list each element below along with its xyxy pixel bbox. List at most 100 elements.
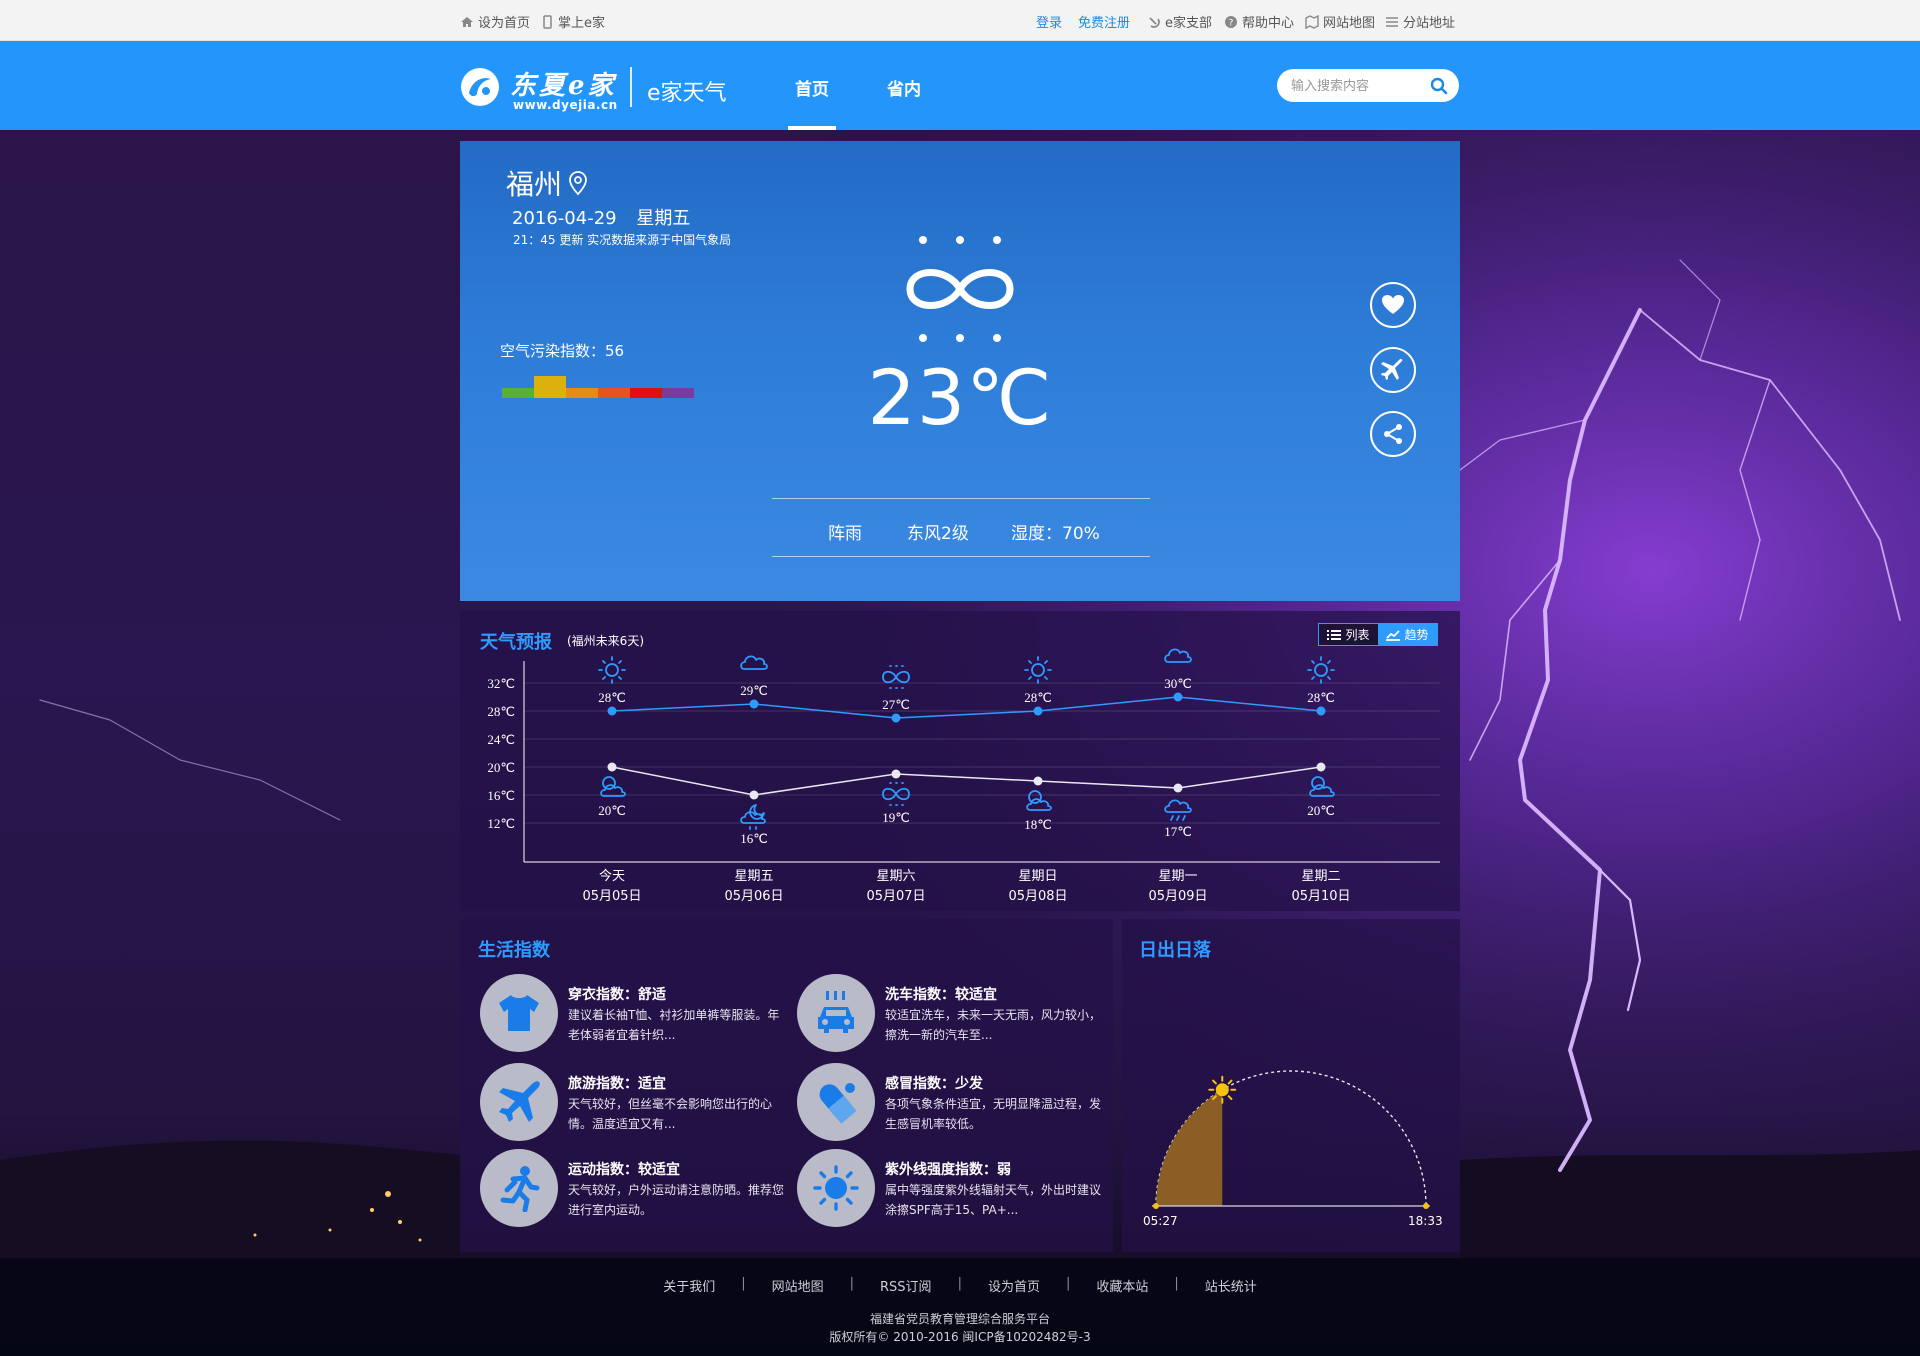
sun-title: 日出日落 — [1139, 940, 1211, 961]
high-temp-label: 28℃ — [1307, 690, 1335, 705]
nav-home[interactable]: 首页 — [795, 75, 829, 100]
life-index-item[interactable]: 感冒指数：少发 各项气象条件适宜，无明显降温过程，发生感冒机率较低。 — [797, 1063, 1107, 1143]
favorite-button[interactable] — [1370, 282, 1416, 328]
low-temp-point — [749, 790, 759, 800]
trend-view-button[interactable]: 趋势 — [1378, 624, 1437, 645]
x-tick-label: 星期一 — [1158, 869, 1197, 884]
search-icon[interactable] — [1429, 76, 1449, 96]
high-temp-point — [891, 713, 901, 723]
branch-link[interactable]: e家支部 — [1147, 12, 1212, 31]
partly-cloudy-icon — [1309, 776, 1335, 797]
y-tick-label: 16℃ — [487, 788, 515, 803]
footer-link[interactable]: 站长统计 — [1205, 1276, 1257, 1295]
sunrise-sunset-panel: 日出日落 05:27 18:33 — [1122, 919, 1460, 1252]
high-temp-label: 28℃ — [598, 690, 626, 705]
share-button[interactable] — [1370, 411, 1416, 457]
list-view-button[interactable]: 列表 — [1319, 624, 1378, 645]
view-toggle: 列表 趋势 — [1318, 623, 1438, 646]
substations-link[interactable]: 分站地址 — [1385, 12, 1455, 31]
sitemap-link[interactable]: 网站地图 — [1305, 12, 1375, 31]
x-tick-label: 星期五 — [734, 869, 773, 884]
question-icon: ? — [1225, 15, 1237, 28]
search-input[interactable] — [1291, 76, 1426, 96]
search-box — [1277, 69, 1459, 102]
logo-icon — [461, 68, 499, 106]
logo-text: 东夏e家 — [510, 71, 617, 101]
life-item-title: 运动指数：较适宜 — [568, 1162, 680, 1178]
heart-icon — [1382, 295, 1404, 314]
location-pin-icon[interactable] — [568, 170, 588, 196]
list-icon — [1327, 629, 1342, 640]
footer-link[interactable]: 关于我们 — [663, 1276, 715, 1295]
x-date-label: 05月08日 — [1008, 889, 1067, 904]
footer-link-separator: | — [1065, 1276, 1071, 1291]
current-date: 2016-04-29 — [512, 208, 617, 229]
partly-cloudy-icon — [1026, 790, 1052, 811]
site-footer: 关于我们 | 网站地图 | RSS订阅 | 设为首页 | 收藏本站 | 站长统计 福建省党员教育管理… — [0, 1258, 1920, 1356]
life-index-item[interactable]: 洗车指数：较适宜 较适宜洗车，未来一天无雨，风力较小，擦洗一新的汽车至... — [797, 974, 1107, 1054]
sun-icon — [598, 656, 626, 684]
footer-link[interactable]: RSS订阅 — [880, 1276, 932, 1295]
life-index-item[interactable]: 穿衣指数：舒适 建议着长袖T恤、衬衫加单裤等服装。年老体弱者宜着针织... — [480, 974, 790, 1054]
trend-view-label: 趋势 — [1404, 628, 1429, 642]
high-temp-point — [1316, 706, 1326, 716]
life-item-title: 旅游指数：适宜 — [568, 1076, 666, 1092]
register-label: 免费注册 — [1078, 16, 1131, 31]
life-item-desc: 较适宜洗车，未来一天无雨，风力较小，擦洗一新的汽车至... — [885, 1008, 1102, 1042]
footer-link[interactable]: 设为首页 — [988, 1276, 1040, 1295]
current-temperature: 23℃ — [867, 353, 1053, 442]
sunrise-marker — [1153, 1203, 1159, 1209]
help-label: 帮助中心 — [1242, 16, 1295, 31]
cloud-icon — [1164, 648, 1192, 663]
y-tick-label: 28℃ — [487, 704, 515, 719]
life-index-item[interactable]: 运动指数：较适宜 天气较好，户外运动请注意防晒。推荐您进行室内运动。 — [480, 1149, 790, 1229]
low-temp-point — [607, 762, 617, 772]
set-home-label: 设为首页 — [478, 16, 531, 31]
sun-arc-chart — [1152, 1070, 1430, 1209]
sunset-marker — [1423, 1203, 1429, 1209]
life-index-item[interactable]: 紫外线强度指数：弱 属中等强度紫外线辐射天气，外出时建议涂擦SPF高于15、PA… — [797, 1149, 1107, 1229]
register-link[interactable]: 免费注册 — [1078, 12, 1130, 31]
sun-icon — [1307, 656, 1335, 684]
help-link[interactable]: ? 帮助中心 — [1224, 12, 1294, 31]
high-temp-label: 30℃ — [1164, 676, 1192, 691]
life-index-item[interactable]: 旅游指数：适宜 天气较好，但丝毫不会影响您出行的心情。温度适宜又有... — [480, 1063, 790, 1143]
sun-uv-icon — [813, 1165, 859, 1211]
footer-link[interactable]: 收藏本站 — [1096, 1276, 1148, 1295]
high-temp-point — [607, 706, 617, 716]
substations-label: 分站地址 — [1403, 16, 1456, 31]
life-item-desc: 建议着长袖T恤、衬衫加单裤等服装。年老体弱者宜着针织... — [568, 1008, 780, 1042]
list-icon — [1386, 16, 1398, 27]
y-tick-label: 12℃ — [487, 816, 515, 831]
low-temp-label: 16℃ — [740, 831, 768, 846]
life-icon-circle — [480, 974, 558, 1052]
running-icon — [500, 1166, 540, 1212]
high-temp-label: 29℃ — [740, 683, 768, 698]
mobile-link[interactable]: 掌上e家 — [540, 12, 605, 31]
footer-link[interactable]: 网站地图 — [772, 1276, 824, 1295]
logo-url: www.dyejia.cn — [513, 98, 618, 112]
branch-label: e家支部 — [1165, 16, 1212, 31]
haze-icon — [882, 665, 910, 689]
set-home-link[interactable]: 设为首页 — [460, 12, 530, 31]
x-tick-label: 星期六 — [876, 869, 915, 884]
login-label: 登录 — [1036, 16, 1063, 31]
high-temp-point — [1033, 706, 1043, 716]
sunset-time: 18:33 — [1408, 1214, 1443, 1228]
nav-province[interactable]: 省内 — [887, 75, 921, 100]
city-block: 福州 — [506, 163, 588, 203]
low-temp-label: 17℃ — [1164, 824, 1192, 839]
list-view-label: 列表 — [1345, 628, 1370, 642]
svg-text:?: ? — [1229, 18, 1234, 28]
humidity-info: 湿度：70% — [1011, 524, 1100, 544]
top-utility-bar: 设为首页 掌上e家 登录 免费注册 e家支部 ? 帮助中心 网站地图 分站地址 — [0, 0, 1920, 41]
high-temp-point — [749, 699, 759, 709]
travel-button[interactable] — [1370, 347, 1416, 393]
low-temp-point — [1316, 762, 1326, 772]
x-date-label: 05月09日 — [1148, 889, 1207, 904]
low-temp-label: 20℃ — [598, 803, 626, 818]
login-link[interactable]: 登录 — [1036, 12, 1062, 31]
life-item-desc: 各项气象条件适宜，无明显降温过程，发生感冒机率较低。 — [885, 1097, 1102, 1131]
low-temp-label: 19℃ — [882, 810, 910, 825]
low-temp-line — [611, 766, 1322, 796]
